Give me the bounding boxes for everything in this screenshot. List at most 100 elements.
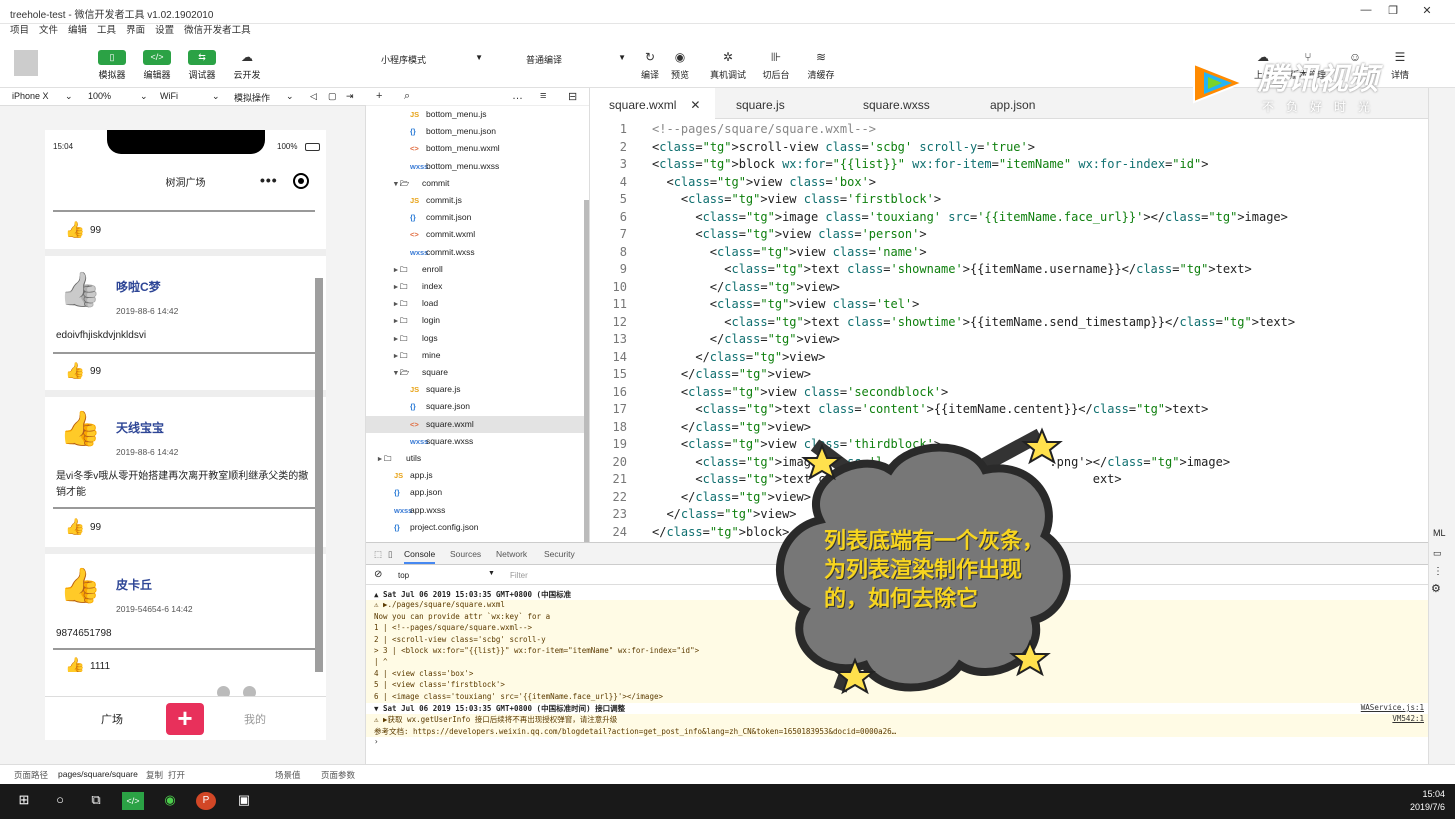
network-select[interactable]: WiFi <box>160 91 178 101</box>
code-line[interactable]: 3 <class="tg">block wx:for="{{list}}" wx:… <box>590 156 1428 174</box>
source-link[interactable]: VM542:1 <box>1392 714 1424 723</box>
tab-security[interactable]: Security <box>544 549 575 559</box>
window-icon[interactable]: ▭ <box>1433 548 1442 559</box>
params-link[interactable]: 页面参数 <box>321 769 355 781</box>
mode-select[interactable]: 小程序模式 ▼ <box>377 51 489 67</box>
operation-select[interactable]: 模拟操作 <box>234 91 270 104</box>
file-item[interactable]: <> bottom_menu.wxml <box>366 140 500 157</box>
code-line[interactable]: 14 </class="tg">view> <box>590 349 1428 367</box>
menu-tools[interactable]: 工具 <box>97 24 116 38</box>
code-line[interactable]: 5 <class="tg">view class='firstblock'> <box>590 191 1428 209</box>
code-line[interactable]: 7 <class="tg">view class='person'> <box>590 226 1428 244</box>
folder-item[interactable]: ▸ 🗀 login <box>366 312 440 329</box>
code-line[interactable]: 9 <class="tg">text class='showname'>{{it… <box>590 261 1428 279</box>
folder-item[interactable]: ▾ 🗁 commit <box>366 175 449 192</box>
add-post-button[interactable]: + <box>166 703 204 735</box>
debugger-button[interactable]: ⇆ 调试器 <box>182 50 222 81</box>
windows-start-icon[interactable]: ⊞ <box>14 792 34 810</box>
tab-console[interactable]: Console <box>404 549 436 564</box>
code-line[interactable]: 1 <!--pages/square/square.wxml--> <box>590 121 1428 139</box>
wechat-devtools-icon[interactable]: </> <box>122 792 144 810</box>
file-item[interactable]: {} app.json <box>366 484 442 501</box>
file-item[interactable]: wxssapp.wxss <box>366 502 445 519</box>
collapse-icon[interactable]: ≡ <box>540 90 546 102</box>
close-icon[interactable]: ✕ <box>690 98 700 112</box>
cloud-button[interactable]: ☁ 云开发 <box>227 50 267 81</box>
file-item[interactable]: {} bottom_menu.json <box>366 123 496 140</box>
thumbs-up-icon[interactable]: 👍 <box>65 517 85 537</box>
folder-item[interactable]: ▸ 🗀 index <box>366 278 442 295</box>
folder-item[interactable]: ▸ 🗀 enroll <box>366 261 443 278</box>
file-item[interactable]: <> square.wxml <box>366 415 589 433</box>
close-circle-icon[interactable] <box>293 173 309 189</box>
gear-icon[interactable]: ⚙ <box>1431 582 1441 595</box>
clear-console-icon[interactable]: ⊘ <box>374 569 382 580</box>
chrome-icon[interactable]: ◉ <box>160 792 180 810</box>
code-line[interactable]: 10 </class="tg">view> <box>590 279 1428 297</box>
menu-settings[interactable]: 设置 <box>155 24 174 38</box>
tab-square-js[interactable]: square.js <box>736 88 785 119</box>
close-button[interactable]: ✕ <box>1416 4 1438 20</box>
more-vert-icon[interactable]: ⋮ <box>1433 566 1443 577</box>
search-icon[interactable]: ○ <box>50 792 70 810</box>
compile-mode-select[interactable]: 普通编译 ▼ <box>522 51 632 67</box>
code-line[interactable]: 8 <class="tg">view class='name'> <box>590 244 1428 262</box>
tab-sources[interactable]: Sources <box>450 549 481 559</box>
split-icon[interactable]: ⊟ <box>568 90 577 103</box>
file-item[interactable]: {} commit.json <box>366 209 471 226</box>
detach-icon[interactable]: ⇥ <box>346 91 354 102</box>
menu-view[interactable]: 界面 <box>126 24 145 38</box>
file-item[interactable]: JS bottom_menu.js <box>366 106 486 123</box>
list-gray-scrollbar[interactable] <box>315 278 323 672</box>
code-line[interactable]: 16 <class="tg">view class='secondblock'> <box>590 384 1428 402</box>
detail-button[interactable]: ☰ 详情 <box>1380 50 1420 81</box>
folder-item[interactable]: ▸ 🗀 logs <box>366 330 438 347</box>
simulator-button[interactable]: ▯ 模拟器 <box>92 50 132 81</box>
file-item[interactable]: wxssbottom_menu.wxss <box>366 158 499 175</box>
minimize-button[interactable]: — <box>1355 4 1377 20</box>
zoom-select[interactable]: 100% <box>88 91 111 101</box>
tab-app-json[interactable]: app.json <box>990 88 1035 119</box>
file-item[interactable]: JS commit.js <box>366 192 462 209</box>
tab-square[interactable]: 广场 <box>101 711 123 727</box>
search-icon[interactable]: ⌕ <box>404 90 410 103</box>
tab-mine[interactable]: 我的 <box>244 711 266 727</box>
code-line[interactable]: 2 <class="tg">scroll-view class='scbg' sc… <box>590 139 1428 157</box>
device-icon[interactable]: ▯ <box>388 549 393 560</box>
copy-link[interactable]: 复制 <box>146 769 163 781</box>
menu-project[interactable]: 项目 <box>10 24 29 38</box>
filter-input[interactable]: Filter <box>510 571 528 580</box>
code-line[interactable]: 12 <class="tg">text class='showtime'>{{i… <box>590 314 1428 332</box>
file-item[interactable]: {} square.json <box>366 398 470 415</box>
code-line[interactable]: 17 <class="tg">text class='content'>{{it… <box>590 401 1428 419</box>
menu-edit[interactable]: 编辑 <box>68 24 87 38</box>
code-line[interactable]: 15 </class="tg">view> <box>590 366 1428 384</box>
maximize-button[interactable]: ❐ <box>1382 4 1404 20</box>
device-select[interactable]: iPhone X <box>12 91 49 101</box>
clearcache-button[interactable]: ≋ 清缓存 <box>801 50 841 81</box>
photos-icon[interactable]: ▣ <box>234 792 254 810</box>
code-line[interactable]: 13 </class="tg">view> <box>590 331 1428 349</box>
menu-file[interactable]: 文件 <box>39 24 58 38</box>
thumbs-up-icon[interactable]: 👍 <box>65 656 85 672</box>
powerpoint-icon[interactable]: P <box>196 792 216 810</box>
folder-item[interactable]: ▸ 🗀 load <box>366 295 438 312</box>
editor-button[interactable]: </> 编辑器 <box>137 50 177 81</box>
file-item[interactable]: {} project.config.json <box>366 519 479 536</box>
avatar[interactable] <box>14 50 38 76</box>
realdebug-button[interactable]: ✲ 真机调试 <box>708 50 748 81</box>
background-button[interactable]: ⊪ 切后台 <box>756 50 796 81</box>
task-view-icon[interactable]: ⧉ <box>86 792 106 810</box>
code-line[interactable]: 11 <class="tg">view class='tel'> <box>590 296 1428 314</box>
file-item[interactable]: JS app.js <box>366 467 433 484</box>
folder-item[interactable]: ▸ 🗀 mine <box>366 347 440 364</box>
code-line[interactable]: 4 <class="tg">view class='box'> <box>590 174 1428 192</box>
folder-item[interactable]: ▸ 🗀 utils <box>366 450 421 467</box>
code-line[interactable]: 6 <class="tg">image class='touxiang' src… <box>590 209 1428 227</box>
preview-button[interactable]: ◉ 预览 <box>660 50 700 81</box>
thumbs-up-icon[interactable]: 👍 <box>65 361 85 381</box>
file-tree-scrollbar[interactable] <box>584 200 589 542</box>
source-link[interactable]: WAService.js:1 <box>1361 703 1424 712</box>
tab-square-wxss[interactable]: square.wxss <box>863 88 930 119</box>
folder-item[interactable]: ▾ 🗁 square <box>366 364 448 381</box>
